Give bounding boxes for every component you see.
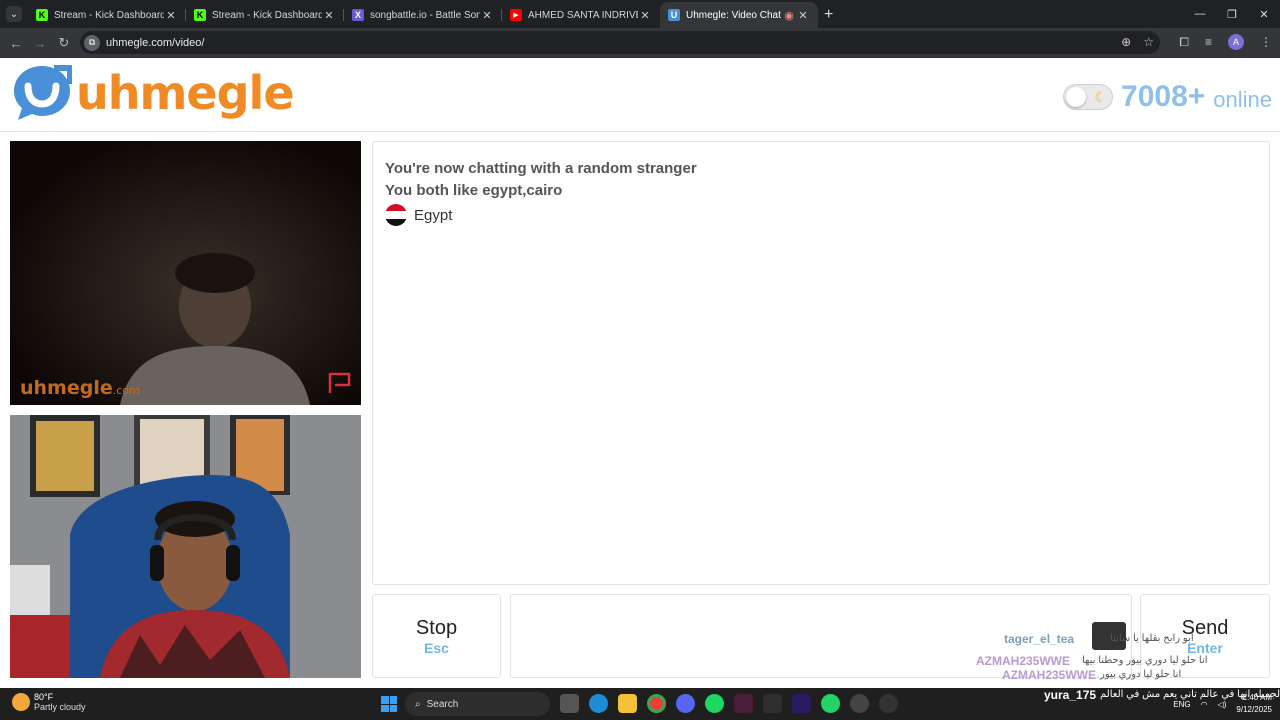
media-player-icon[interactable] (879, 694, 898, 713)
reload-icon[interactable]: ↻ (52, 35, 76, 51)
stranger-video-frame (10, 141, 361, 405)
dark-mode-toggle[interactable]: ☾ (1063, 84, 1114, 110)
tab-search-icon[interactable]: ⌄ (6, 6, 22, 22)
browser-tab-1[interactable]: K Stream - Kick Dashboard ✕ (28, 2, 186, 28)
window-controls: — ❐ ✕ (1184, 0, 1280, 28)
profile-avatar[interactable]: A (1228, 34, 1244, 50)
edge-icon[interactable] (589, 694, 608, 713)
weather-widget[interactable]: 80°F Partly cloudy (12, 692, 86, 712)
address-bar[interactable]: ⧉ uhmegle.com/video/ ⊕ ☆ (80, 31, 1160, 54)
search-icon: ⌕ (415, 698, 421, 710)
file-explorer-icon[interactable] (618, 694, 637, 713)
browser-tab-bar: ⌄ K Stream - Kick Dashboard ✕ K Stream -… (0, 0, 1280, 28)
self-video-frame (10, 415, 361, 678)
uhmegle-watermark: uhmegle.com (20, 377, 140, 399)
country-name: Egypt (414, 206, 453, 224)
windows-start-icon[interactable] (381, 696, 397, 712)
system-message-interests: You both like egypt,cairo (385, 182, 563, 199)
stop-button[interactable]: Stop Esc (372, 594, 501, 678)
uhmegle-logo[interactable]: uhmegle (12, 64, 295, 122)
url-text: uhmegle.com/video/ (106, 36, 205, 49)
self-video (10, 415, 361, 678)
close-tab-icon[interactable]: ✕ (796, 9, 810, 22)
recording-icon: ◉ (784, 9, 794, 22)
site-info-icon[interactable]: ⧉ (84, 34, 100, 51)
overlay-chat-message: ابو رابح بقلها يا سانتا (1110, 633, 1194, 644)
taskbar-clock[interactable]: 1:40 AM 9/12/2025 (1236, 692, 1272, 716)
lang-indicator[interactable]: ENG (1173, 700, 1190, 709)
songbattle-icon: X (352, 9, 364, 21)
taskbar-search[interactable]: ⌕ Search (405, 692, 550, 716)
close-tab-icon[interactable]: ✕ (638, 9, 652, 22)
weather-icon (12, 693, 30, 711)
chrome-icon[interactable] (647, 694, 666, 713)
weather-temp: 80°F (34, 692, 54, 702)
overlay-chat-user: AZMAH235WWE (976, 654, 1071, 668)
extensions-icon[interactable]: ⧠ (1179, 35, 1189, 50)
task-view-icon[interactable] (560, 694, 579, 713)
youtube-icon: ▶ (510, 9, 522, 21)
kick-icon: K (36, 9, 48, 21)
premiere-icon[interactable] (792, 694, 811, 713)
weather-desc: Partly cloudy (34, 702, 86, 712)
uhmegle-favicon-icon: U (668, 9, 680, 21)
system-tray: ENG ◠ ◁) 1:40 AM 9/12/2025 (1173, 692, 1272, 716)
online-count: 7008+ (1121, 80, 1206, 113)
site-header: uhmegle ☾ 7008+ online (0, 58, 1280, 132)
logo-text: uhmegle (76, 66, 295, 120)
kick-icon: K (194, 9, 206, 21)
close-window-icon[interactable]: ✕ (1248, 0, 1280, 28)
close-tab-icon[interactable]: ✕ (164, 9, 178, 22)
taskbar-apps (560, 694, 898, 713)
forward-icon[interactable]: → (28, 36, 52, 51)
windows-taskbar: 80°F Partly cloudy ⌕ Search yura_175 الج… (0, 688, 1280, 720)
zoom-icon[interactable]: ⊕ (1121, 35, 1131, 49)
stranger-video: uhmegle.com (10, 141, 361, 405)
browser-toolbar: ← → ↻ ⧉ uhmegle.com/video/ ⊕ ☆ ⧠ ≡ A ⋮ (0, 28, 1280, 58)
close-tab-icon[interactable]: ✕ (480, 9, 494, 22)
stranger-country: Egypt (385, 204, 1257, 226)
search-label: Search (426, 698, 459, 710)
obs-icon[interactable] (850, 694, 869, 713)
wifi-icon[interactable]: ◠ (1201, 700, 1208, 709)
report-flag-icon[interactable] (327, 371, 353, 395)
discord-icon[interactable] (676, 694, 695, 713)
overlay-chat-user: AZMAH235WWE (1002, 668, 1097, 682)
menu-icon[interactable]: ⋮ (1260, 35, 1272, 49)
system-message-connected: You're now chatting with a random strang… (385, 160, 697, 177)
browser-tab-5[interactable]: U Uhmegle: Video Chat | Ome ◉ ✕ (660, 2, 818, 28)
overlay-chat-message: انا حلو ليا دوري بيور (1100, 669, 1182, 680)
vegas-icon[interactable] (734, 694, 753, 713)
volume-icon[interactable]: ◁) (1218, 700, 1227, 709)
bookmark-star-icon[interactable]: ☆ (1143, 35, 1154, 49)
spotify-icon[interactable] (705, 694, 724, 713)
stop-shortcut-label: Esc (424, 640, 449, 656)
app-icon[interactable] (763, 694, 782, 713)
online-counter: ☾ 7008+ online (1063, 80, 1272, 114)
browser-tab-2[interactable]: K Stream - Kick Dashboard ✕ (186, 2, 344, 28)
chat-bubble-logo-icon (12, 64, 73, 122)
back-icon[interactable]: ← (4, 36, 28, 51)
media-control-icon[interactable]: ≡ (1205, 35, 1212, 49)
restore-icon[interactable]: ❐ (1216, 0, 1248, 28)
whatsapp-icon[interactable] (821, 694, 840, 713)
minimize-icon[interactable]: — (1184, 0, 1216, 28)
overlay-chat-user: yura_175 (1044, 688, 1097, 702)
browser-tab-3[interactable]: X songbattle.io - Battle Songs ag ✕ (344, 2, 502, 28)
new-tab-icon[interactable]: + (824, 6, 833, 24)
overlay-chat-message: انا حلو ليا دوري بيور وحطنا بيها (1082, 655, 1208, 666)
browser-tab-4[interactable]: ▶ AHMED SANTA INDRIVE - YouT ✕ (502, 2, 660, 28)
chat-log: You're now chatting with a random strang… (372, 141, 1270, 585)
overlay-chat-user: tager_el_tea (1004, 632, 1075, 646)
online-label: online (1213, 87, 1272, 112)
moon-icon: ☾ (1094, 89, 1108, 105)
egypt-flag-icon (385, 204, 407, 226)
stop-button-label: Stop (415, 617, 458, 639)
close-tab-icon[interactable]: ✕ (322, 9, 336, 22)
